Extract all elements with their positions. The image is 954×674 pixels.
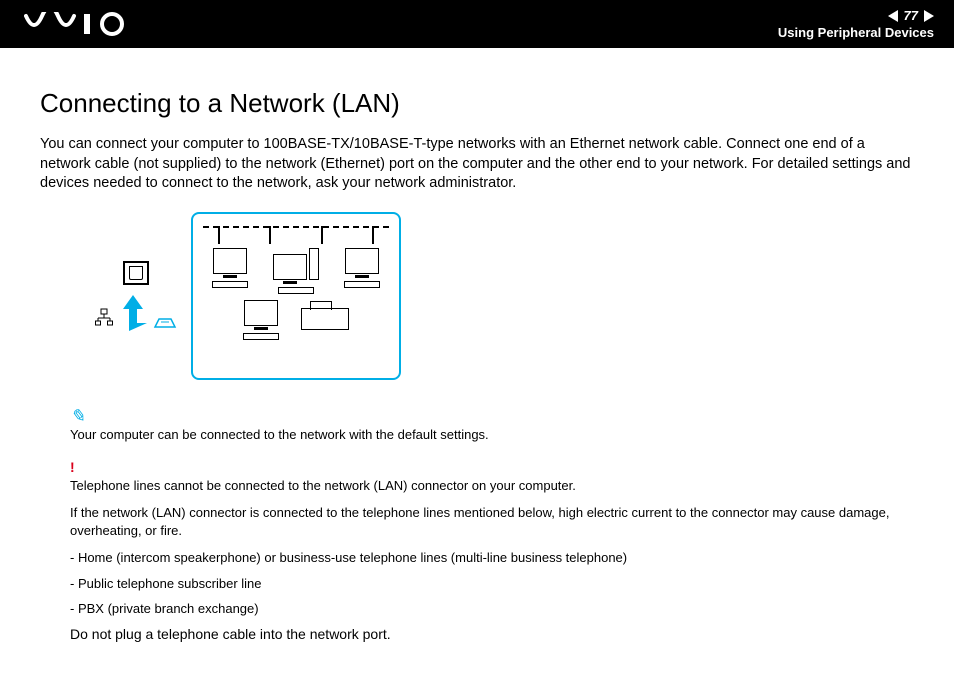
note-text: Your computer can be connected to the ne… (70, 426, 914, 444)
printer-icon (301, 300, 349, 340)
note-pen-icon: ✎ (70, 404, 85, 428)
vaio-logo (24, 12, 134, 36)
next-page-arrow-icon[interactable] (924, 10, 934, 22)
page-navigation: 77 Using Peripheral Devices (778, 8, 934, 40)
bullet-item: - Home (intercom speakerphone) or busine… (70, 549, 914, 567)
final-note: Do not plug a telephone cable into the n… (70, 626, 914, 642)
section-title: Using Peripheral Devices (778, 25, 934, 40)
page-content: Connecting to a Network (LAN) You can co… (0, 48, 954, 642)
page-title: Connecting to a Network (LAN) (40, 88, 914, 119)
notes-section: ✎ Your computer can be connected to the … (70, 404, 914, 618)
warning-line-1: Telephone lines cannot be connected to t… (70, 477, 914, 495)
bullet-item: - Public telephone subscriber line (70, 575, 914, 593)
network-diagram (95, 212, 914, 380)
page-header: 77 Using Peripheral Devices (0, 0, 954, 48)
warning-line-2: If the network (LAN) connector is connec… (70, 504, 914, 539)
modem-icon (153, 315, 177, 329)
lan-diagram-box (191, 212, 401, 380)
computer-icon (243, 300, 279, 340)
bullet-item: - PBX (private branch exchange) (70, 600, 914, 618)
ethernet-port-icon (123, 261, 149, 285)
page-number: 77 (904, 8, 918, 23)
connection-arrow-icon (95, 291, 177, 331)
intro-paragraph: You can connect your computer to 100BASE… (40, 135, 914, 194)
network-tree-icon (95, 308, 113, 329)
warning-icon: ! (70, 458, 914, 477)
computer-icon (212, 248, 248, 294)
computer-icon (344, 248, 380, 294)
vaio-logo-icon (24, 12, 134, 36)
computer-with-tower-icon (273, 248, 319, 294)
prev-page-arrow-icon[interactable] (888, 10, 898, 22)
diagram-side-icons (95, 261, 177, 331)
